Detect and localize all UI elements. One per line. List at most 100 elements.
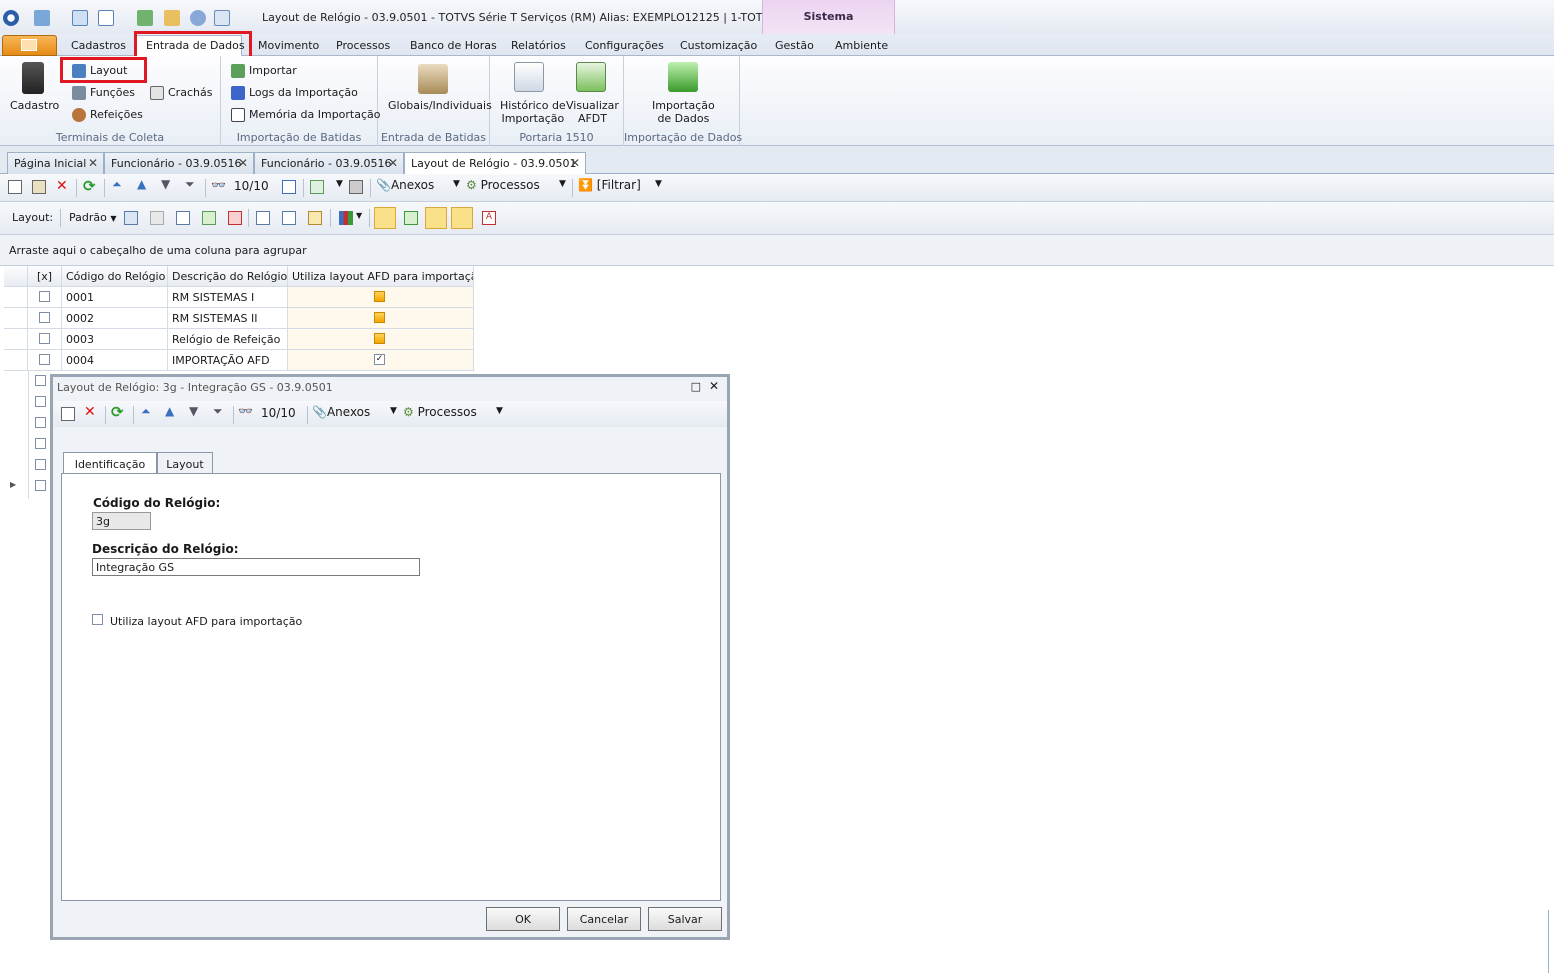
globais-individuais-button[interactable]: Globais/Individuais: [388, 99, 492, 112]
row-checkbox[interactable]: [35, 417, 46, 428]
table-cell-codigo[interactable]: 0002: [62, 308, 168, 329]
previous-record-icon[interactable]: ▲: [137, 177, 146, 191]
padrao-dropdown[interactable]: Padrão ▼: [69, 211, 117, 224]
crachas-button[interactable]: Crachás: [150, 86, 212, 100]
previous-record-icon[interactable]: ▲: [165, 404, 174, 418]
save-layout-icon[interactable]: [124, 211, 138, 225]
maximize-icon[interactable]: □: [691, 380, 701, 393]
doc-tab-funcionario-2[interactable]: Funcionário - 03.9.0516 ✕: [254, 152, 404, 174]
table-cell-descricao[interactable]: RM SISTEMAS I: [168, 287, 288, 308]
export-icon[interactable]: [310, 180, 324, 194]
chevron-down-icon[interactable]: ▼: [496, 406, 503, 416]
row-checkbox[interactable]: [35, 396, 46, 407]
tab-relatorios[interactable]: Relatórios: [511, 39, 566, 52]
app-logo-icon[interactable]: [3, 10, 19, 26]
delete-layout-icon[interactable]: [150, 211, 164, 225]
group-by-panel[interactable]: Arraste aqui o cabeçalho de uma coluna p…: [0, 235, 1554, 266]
globe-icon[interactable]: [190, 10, 206, 26]
view-mode-3-icon[interactable]: [425, 207, 447, 229]
sum-icon[interactable]: [282, 211, 296, 225]
chevron-down-icon[interactable]: ▼: [655, 179, 662, 189]
view-mode-4-icon[interactable]: [451, 207, 473, 229]
table-cell-afd[interactable]: [288, 308, 474, 329]
save-button[interactable]: Salvar: [648, 907, 722, 931]
codigo-field[interactable]: 3g: [92, 512, 151, 530]
table-cell-descricao[interactable]: RM SISTEMAS II: [168, 308, 288, 329]
next-record-icon[interactable]: ▼: [161, 177, 170, 191]
afd-checkbox[interactable]: [92, 614, 103, 625]
row-checkbox[interactable]: [39, 291, 50, 302]
first-record-icon[interactable]: ⏶: [112, 177, 122, 192]
row-checkbox[interactable]: [35, 375, 46, 386]
column-header-afd[interactable]: Utiliza layout AFD para importação: [288, 266, 474, 287]
row-checkbox[interactable]: [35, 459, 46, 470]
ok-button[interactable]: OK: [486, 907, 560, 931]
historico-importacao-button[interactable]: Histórico de Importação: [500, 99, 566, 125]
tab-processos[interactable]: Processos: [336, 39, 390, 52]
table-cell-codigo[interactable]: 0001: [62, 287, 168, 308]
delete-icon[interactable]: ✕: [56, 178, 68, 194]
binoculars-icon[interactable]: 👓: [211, 178, 226, 192]
tab-banco-de-horas[interactable]: Banco de Horas: [410, 39, 497, 52]
doc-tab-funcionario-1[interactable]: Funcionário - 03.9.0516 ✕: [104, 152, 254, 174]
chevron-down-icon[interactable]: ▼: [390, 406, 397, 416]
copy-icon[interactable]: [214, 10, 230, 26]
print-icon[interactable]: [349, 180, 363, 194]
row-checkbox[interactable]: [39, 312, 50, 323]
chevron-down-icon[interactable]: ▼: [336, 179, 343, 189]
funcoes-button[interactable]: Funções: [72, 86, 135, 100]
afd-checkbox-checked[interactable]: ✓: [374, 354, 385, 365]
new-icon[interactable]: [8, 180, 22, 194]
row-indicator[interactable]: [4, 329, 28, 350]
columns-icon[interactable]: [256, 211, 270, 225]
calendar-icon[interactable]: [282, 180, 296, 194]
delete-icon[interactable]: ✕: [84, 404, 96, 420]
row-indicator[interactable]: [4, 350, 28, 371]
table-cell-afd[interactable]: ✓: [288, 350, 474, 371]
table-cell-codigo[interactable]: 0003: [62, 329, 168, 350]
tab-movimento[interactable]: Movimento: [258, 39, 319, 52]
doc-tab-layout-relogio[interactable]: Layout de Relógio - 03.9.0501 ✕: [404, 152, 586, 175]
row-checkbox[interactable]: [39, 354, 50, 365]
last-record-icon[interactable]: ⏷: [213, 404, 223, 419]
table-row-select[interactable]: [28, 350, 62, 371]
table-cell-afd[interactable]: [288, 329, 474, 350]
memoria-importacao-button[interactable]: Memória da Importação: [231, 108, 381, 122]
edit-icon[interactable]: [32, 180, 46, 194]
chart-icon[interactable]: [339, 211, 353, 225]
run-icon[interactable]: [137, 10, 153, 26]
row-checkbox[interactable]: [39, 333, 50, 344]
tab-configuracoes[interactable]: Configurações: [585, 39, 664, 52]
tools-icon[interactable]: [164, 10, 180, 26]
table-row-select[interactable]: [28, 308, 62, 329]
anexos-button[interactable]: 📎Anexos: [312, 405, 370, 419]
descricao-field[interactable]: Integração GS: [92, 558, 420, 576]
import-layout-icon[interactable]: [228, 211, 242, 225]
tab-gestao[interactable]: Gestão: [775, 39, 814, 52]
afd-checkbox-partial[interactable]: [374, 333, 385, 344]
refresh-icon[interactable]: ⟳: [111, 403, 124, 421]
chevron-down-icon[interactable]: ▼: [356, 211, 362, 220]
font-icon[interactable]: A: [482, 211, 496, 225]
chevron-down-icon[interactable]: ▼: [453, 179, 460, 189]
new-window-icon[interactable]: [72, 10, 88, 26]
close-icon[interactable]: ✕: [238, 156, 248, 170]
importacao-de-dados-button[interactable]: Importação de Dados: [652, 99, 715, 125]
column-header-codigo[interactable]: Código do Relógio: [62, 266, 168, 287]
window-layout-icon[interactable]: [98, 10, 114, 26]
tab-customizacao[interactable]: Customização: [680, 39, 757, 52]
close-icon[interactable]: ✕: [388, 156, 398, 170]
first-record-icon[interactable]: ⏶: [141, 404, 151, 419]
column-header-descricao[interactable]: Descrição do Relógio: [168, 266, 288, 287]
last-record-icon[interactable]: ⏷: [185, 177, 195, 192]
visualizar-afdt-button[interactable]: Visualizar AFDT: [566, 99, 619, 125]
tab-cadastros[interactable]: Cadastros: [71, 39, 126, 52]
application-menu-button[interactable]: [2, 35, 57, 56]
close-icon[interactable]: ✕: [88, 156, 98, 170]
close-icon[interactable]: ✕: [570, 156, 580, 170]
column-header-select[interactable]: [x]: [28, 266, 62, 287]
refresh-icon[interactable]: ⟳: [83, 177, 96, 195]
processos-button[interactable]: ⚙ Processos: [403, 405, 477, 419]
tab-ambiente[interactable]: Ambiente: [835, 39, 888, 52]
anexos-button[interactable]: 📎Anexos: [376, 178, 434, 192]
